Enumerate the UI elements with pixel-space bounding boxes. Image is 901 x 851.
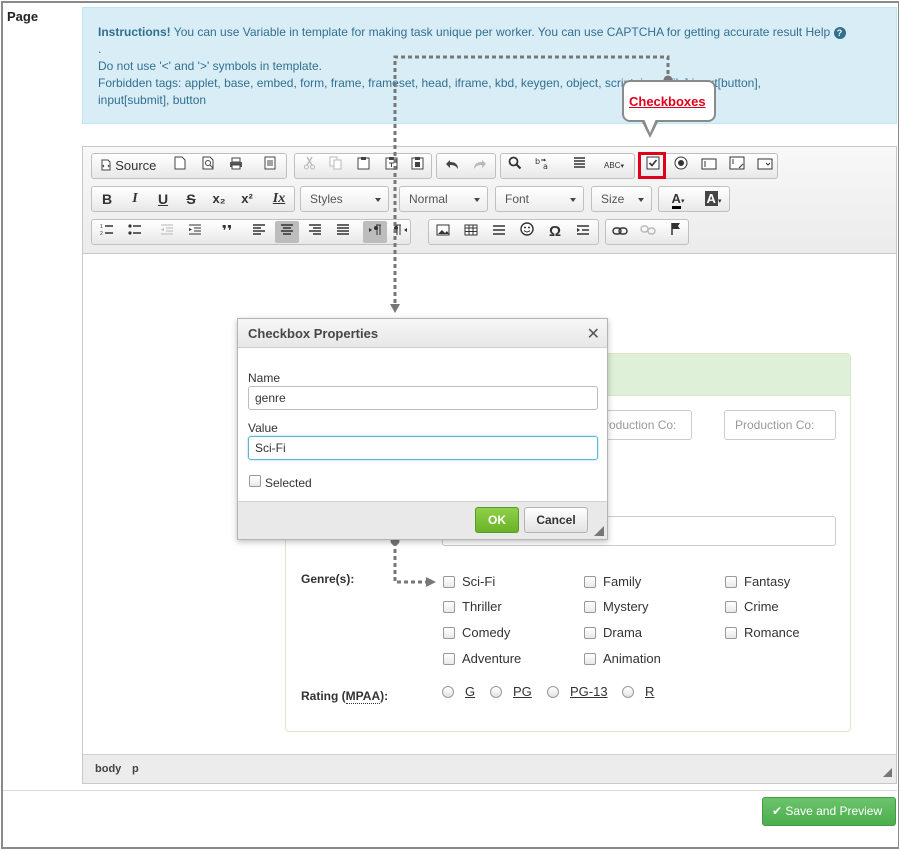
footer-divider xyxy=(3,790,897,791)
close-icon[interactable]: ✕ xyxy=(587,324,600,344)
checkbox-properties-dialog: Checkbox Properties ✕ Name genre Value S… xyxy=(237,318,608,540)
dialog-title: Checkbox Properties xyxy=(248,326,379,341)
ok-button[interactable]: OK xyxy=(475,507,519,533)
save-and-preview-button[interactable]: ✔ Save and Preview xyxy=(762,797,896,826)
selected-checkbox[interactable] xyxy=(249,475,261,487)
name-input[interactable]: genre xyxy=(248,386,598,410)
callout-label: Checkboxes xyxy=(629,94,706,109)
checkboxes-callout: Checkboxes xyxy=(622,80,716,122)
cancel-button[interactable]: Cancel xyxy=(524,507,588,533)
check-icon: ✔ xyxy=(772,804,783,818)
callout-tail-inner xyxy=(644,119,656,133)
value-input[interactable]: Sci-Fi xyxy=(248,436,598,460)
name-label: Name xyxy=(248,371,281,385)
dialog-titlebar[interactable]: Checkbox Properties ✕ xyxy=(238,319,607,348)
selected-label: Selected xyxy=(265,476,312,490)
checkbox-button-highlight xyxy=(638,152,666,179)
dialog-resize-grip[interactable] xyxy=(594,526,604,536)
dialog-footer: OK Cancel xyxy=(238,501,607,539)
save-and-preview-label: Save and Preview xyxy=(785,804,883,818)
value-label: Value xyxy=(248,421,278,435)
